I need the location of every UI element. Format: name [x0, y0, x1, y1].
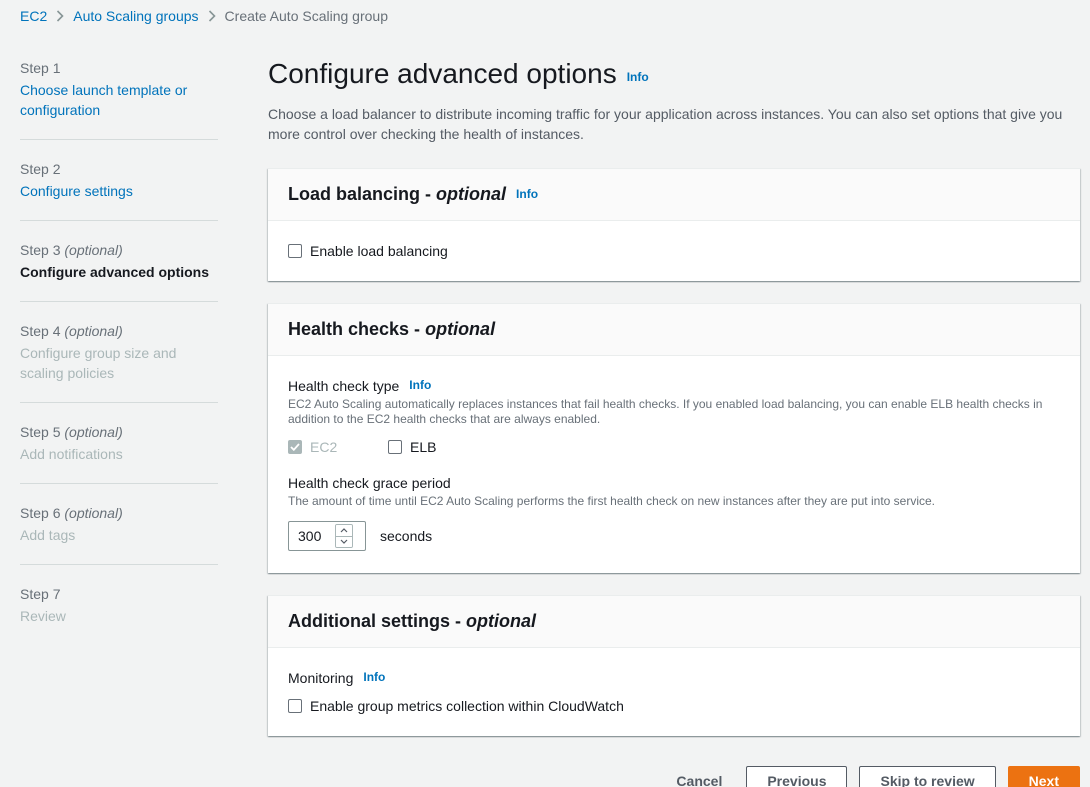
sidebar-divider: [20, 301, 218, 302]
sidebar-step-6-title: Add tags: [20, 525, 218, 545]
elb-health-check-checkbox[interactable]: [388, 440, 402, 454]
cancel-button[interactable]: Cancel: [676, 773, 722, 787]
load-balancing-title: Load balancing -: [288, 184, 431, 204]
skip-to-review-button[interactable]: Skip to review: [859, 766, 995, 787]
enable-load-balancing-label[interactable]: Enable load balancing: [310, 243, 448, 259]
health-check-type-label: Health check type: [288, 378, 399, 394]
main-content: Configure advanced optionsInfo Choose a …: [268, 58, 1080, 787]
stepper-down-button[interactable]: [336, 537, 352, 548]
sidebar-divider: [20, 139, 218, 140]
wizard-footer: Cancel Previous Skip to review Next: [268, 766, 1080, 787]
breadcrumb-current: Create Auto Scaling group: [225, 8, 388, 24]
step-optional: (optional): [64, 242, 122, 258]
sidebar-step-4: Step 4 (optional) Configure group size a…: [20, 321, 218, 383]
ec2-health-check-label: EC2: [310, 439, 337, 455]
health-check-type-description: EC2 Auto Scaling automatically replaces …: [288, 397, 1060, 427]
step-number: Step 2: [20, 161, 60, 177]
wizard-steps-sidebar: Step 1 Choose launch template or configu…: [20, 58, 218, 787]
sidebar-step-2-link[interactable]: Configure settings: [20, 181, 218, 201]
stepper-up-button[interactable]: [336, 525, 352, 537]
chevron-right-icon: [56, 10, 64, 22]
enable-load-balancing-row: Enable load balancing: [288, 243, 1060, 259]
load-balancing-header: Load balancing - optional Info: [268, 169, 1080, 221]
sidebar-step-5-title: Add notifications: [20, 444, 218, 464]
step-number: Step 4: [20, 323, 60, 339]
sidebar-step-7: Step 7 Review: [20, 584, 218, 626]
sidebar-step-2: Step 2 Configure settings: [20, 159, 218, 201]
additional-settings-title: Additional settings -: [288, 611, 461, 631]
sidebar-divider: [20, 402, 218, 403]
chevron-up-icon: [340, 528, 348, 533]
sidebar-step-7-title: Review: [20, 606, 218, 626]
group-metrics-checkbox[interactable]: [288, 699, 302, 713]
sidebar-step-1-link[interactable]: Choose launch template or configuration: [20, 80, 218, 120]
page-title-info-link[interactable]: Info: [627, 70, 649, 84]
health-check-type-info-link[interactable]: Info: [409, 378, 431, 392]
breadcrumb-link-ec2[interactable]: EC2: [20, 8, 47, 24]
health-checks-header: Health checks - optional: [268, 304, 1080, 356]
ec2-health-check-checkbox: [288, 440, 302, 454]
monitoring-label: Monitoring: [288, 670, 353, 686]
grace-period-input[interactable]: [289, 522, 335, 550]
elb-health-check-label[interactable]: ELB: [410, 439, 436, 455]
health-checks-optional: optional: [425, 319, 495, 339]
chevron-right-icon: [208, 10, 216, 22]
grace-period-stepper: [335, 524, 353, 548]
grace-period-unit: seconds: [380, 528, 432, 544]
step-optional: (optional): [64, 323, 122, 339]
page-description: Choose a load balancer to distribute inc…: [268, 104, 1068, 144]
step-number: Step 7: [20, 586, 60, 602]
additional-settings-card: Additional settings - optional Monitorin…: [268, 595, 1080, 736]
health-checks-card: Health checks - optional Health check ty…: [268, 303, 1080, 573]
grace-period-description: The amount of time until EC2 Auto Scalin…: [288, 494, 1060, 509]
sidebar-step-3-title: Configure advanced options: [20, 262, 218, 282]
health-checks-title: Health checks -: [288, 319, 420, 339]
step-optional: (optional): [64, 424, 122, 440]
breadcrumb-link-asg[interactable]: Auto Scaling groups: [73, 8, 198, 24]
step-number: Step 5: [20, 424, 60, 440]
sidebar-step-6: Step 6 (optional) Add tags: [20, 503, 218, 545]
additional-settings-optional: optional: [466, 611, 536, 631]
additional-settings-header: Additional settings - optional: [268, 596, 1080, 648]
step-optional: (optional): [64, 505, 122, 521]
load-balancing-card: Load balancing - optional Info Enable loa…: [268, 168, 1080, 281]
step-number: Step 1: [20, 60, 60, 76]
check-icon: [290, 443, 300, 451]
load-balancing-info-link[interactable]: Info: [516, 187, 538, 201]
load-balancing-optional: optional: [436, 184, 506, 204]
sidebar-step-5: Step 5 (optional) Add notifications: [20, 422, 218, 464]
step-number: Step 3: [20, 242, 60, 258]
step-number: Step 6: [20, 505, 60, 521]
sidebar-divider: [20, 564, 218, 565]
sidebar-step-3-current: Step 3 (optional) Configure advanced opt…: [20, 240, 218, 282]
grace-period-label: Health check grace period: [288, 475, 1060, 491]
group-metrics-row: Enable group metrics collection within C…: [288, 698, 1060, 714]
next-button[interactable]: Next: [1008, 766, 1080, 787]
sidebar-divider: [20, 483, 218, 484]
grace-period-input-wrap: [288, 521, 366, 551]
grace-period-group: Health check grace period The amount of …: [288, 475, 1060, 551]
page-title: Configure advanced optionsInfo: [268, 58, 1080, 90]
enable-load-balancing-checkbox[interactable]: [288, 244, 302, 258]
chevron-down-icon: [340, 539, 348, 544]
health-check-type-group: Health check type Info EC2 Auto Scaling a…: [288, 378, 1060, 455]
sidebar-step-1: Step 1 Choose launch template or configu…: [20, 58, 218, 120]
sidebar-step-4-title: Configure group size and scaling policie…: [20, 343, 218, 383]
previous-button[interactable]: Previous: [746, 766, 847, 787]
sidebar-divider: [20, 220, 218, 221]
monitoring-info-link[interactable]: Info: [363, 670, 385, 684]
group-metrics-label[interactable]: Enable group metrics collection within C…: [310, 698, 624, 714]
breadcrumb: EC2 Auto Scaling groups Create Auto Scal…: [0, 0, 1090, 24]
